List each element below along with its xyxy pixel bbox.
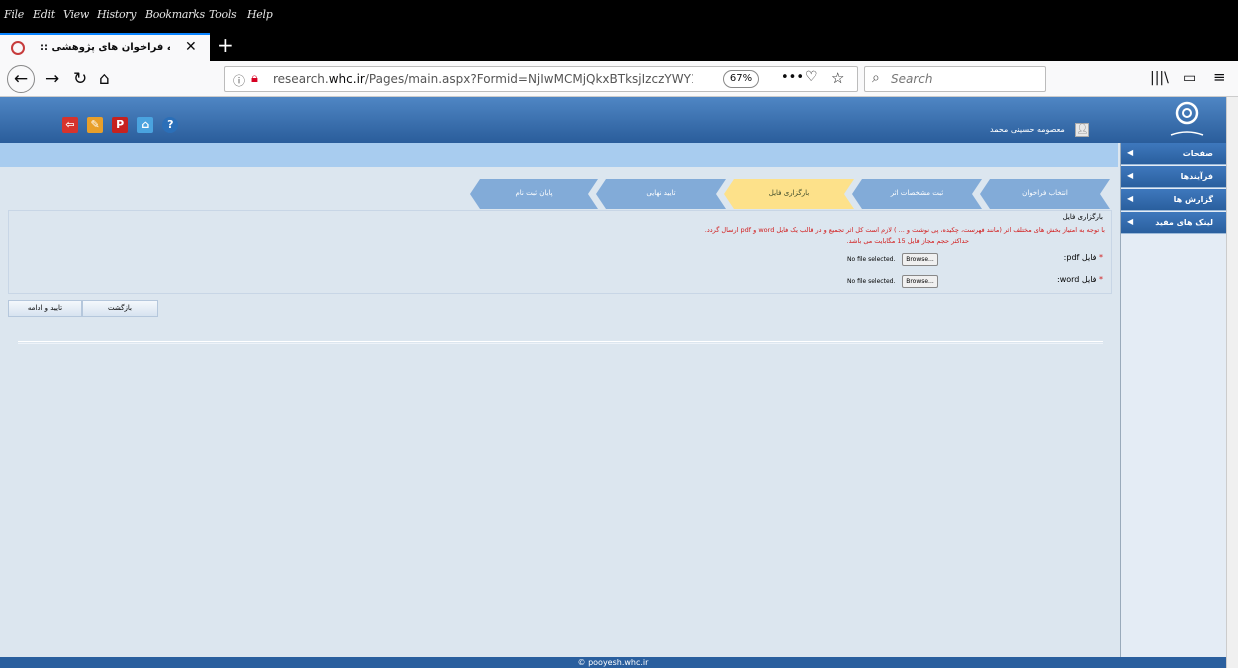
page-actions-icon[interactable]: ••• [781,70,804,85]
new-tab-icon[interactable]: + [217,33,234,57]
library-icon[interactable]: |||\ [1150,70,1169,86]
site-favicon-icon [11,41,25,55]
wizard-step-2[interactable]: ثبت مشخصات اثر [852,179,982,209]
sidebar-item-pages[interactable]: ◀ صفحات [1121,143,1227,165]
sidebar: ◀ صفحات ◀ فرآیندها ◀ گزارش ها ◀ لینک های… [1120,143,1227,657]
url-text[interactable]: research.whc.ir/Pages/main.aspx?Formid=N… [273,72,693,86]
search-box[interactable]: ⌕ [864,66,1046,92]
pocket-icon[interactable]: ♡ [805,69,818,85]
menu-view[interactable]: View [63,8,89,21]
close-tab-icon[interactable]: ✕ [185,39,197,55]
search-input[interactable] [891,71,1041,87]
footer: © pooyesh.whc.ir [0,657,1226,668]
toolbar-icons: ⇦ ✎ P ⌂ ? [62,113,182,133]
word-field-label: * فایل word: [1056,275,1103,284]
wizard-step-3[interactable]: بارگزاری فایل [724,179,854,209]
pdf-icon[interactable]: P [112,117,129,133]
back-arrow-icon[interactable]: ← [7,65,35,93]
word-file-input[interactable]: No file selected. Browse... [847,275,975,288]
info-icon[interactable]: ⓘ [233,72,245,89]
open-menu-icon[interactable]: ≡ [1213,68,1226,86]
upload-notice: با توجه به امتیاز بخش های مختلف اثر (مان… [704,226,1105,234]
word-browse-button[interactable]: Browse... [902,275,938,288]
pdf-browse-button[interactable]: Browse... [902,253,938,266]
caret-left-icon: ◀ [1127,148,1134,157]
navigation-bar: ← → ↻ ⌂ ⓘ 🔒︎ research.whc.ir/Pages/main.… [0,61,1238,97]
user-name: معصومه حسینی محمد [990,125,1065,134]
site-logo-icon [1170,101,1204,136]
forward-arrow-icon[interactable]: → [45,69,59,89]
wizard-step-5[interactable]: پایان ثبت نام [470,179,598,209]
browser-tab[interactable]: :: سامانه فراخوان های پژوهشی :: ✕ [0,33,210,61]
confirm-continue-button[interactable]: تایید و ادامه [8,300,82,317]
caret-left-icon: ◀ [1127,217,1134,226]
form-title: بارگزاری فایل [1062,213,1103,221]
wizard-steps: انتخاب فراخوان ثبت مشخصات اثر بارگزاری ف… [470,179,1110,209]
upload-form: بارگزاری فایل با توجه به امتیاز بخش های … [8,210,1112,294]
caret-left-icon: ◀ [1127,194,1134,203]
menu-file[interactable]: File [4,8,24,21]
menu-edit[interactable]: Edit [33,8,55,21]
browser-menu-bar: File Edit View History Bookmarks Tools H… [0,0,1238,30]
vertical-scrollbar[interactable] [1226,97,1238,668]
web-content: ⇦ ✎ P ⌂ ? معصومه حسینی محمد 👤︎ ◀ صفحات ◀… [0,97,1227,668]
reload-icon[interactable]: ↻ [73,69,87,89]
pdf-file-input[interactable]: No file selected. Browse... [847,253,975,266]
search-icon: ⌕ [872,70,880,86]
sidebar-item-reports[interactable]: ◀ گزارش ها [1121,189,1227,211]
menu-history[interactable]: History [97,8,136,21]
home-icon[interactable]: ⌂ [137,117,154,133]
wizard-step-1[interactable]: انتخاب فراخوان [980,179,1110,209]
site-header: ⇦ ✎ P ⌂ ? معصومه حسینی محمد 👤︎ [0,97,1226,143]
tab-title: :: سامانه فراخوان های پژوهشی :: [40,42,170,53]
exit-icon[interactable]: ⇦ [62,117,78,133]
bookmark-star-icon[interactable]: ☆ [831,69,844,87]
back-button[interactable]: بازگشت [82,300,158,317]
max-size-notice: حداکثر حجم مجاز فایل 15 مگابایت می باشد. [846,237,969,245]
header-strip [0,143,1118,167]
menu-help[interactable]: Help [247,8,273,21]
sidebar-item-processes[interactable]: ◀ فرآیندها [1121,166,1227,188]
menu-bookmarks[interactable]: Bookmarks [145,8,205,21]
insecure-lock-icon[interactable]: 🔒︎ [251,71,258,86]
wizard-step-4[interactable]: تایید نهایی [596,179,726,209]
help-icon[interactable]: ? [162,117,179,133]
sidebar-toggle-icon[interactable]: ▭ [1183,70,1196,86]
address-bar[interactable]: ⓘ 🔒︎ research.whc.ir/Pages/main.aspx?For… [224,66,858,92]
menu-tools[interactable]: Tools [209,8,237,21]
caret-left-icon: ◀ [1127,171,1134,180]
zoom-level-badge[interactable]: 67% [723,70,759,88]
sidebar-item-useful-links[interactable]: ◀ لینک های مفید [1121,212,1227,234]
key-icon[interactable]: ✎ [87,117,104,133]
divider [18,341,1103,344]
home-icon[interactable]: ⌂ [99,69,110,89]
pdf-field-label: * فایل pdf: [1063,253,1103,262]
avatar: 👤︎ [1075,123,1089,137]
